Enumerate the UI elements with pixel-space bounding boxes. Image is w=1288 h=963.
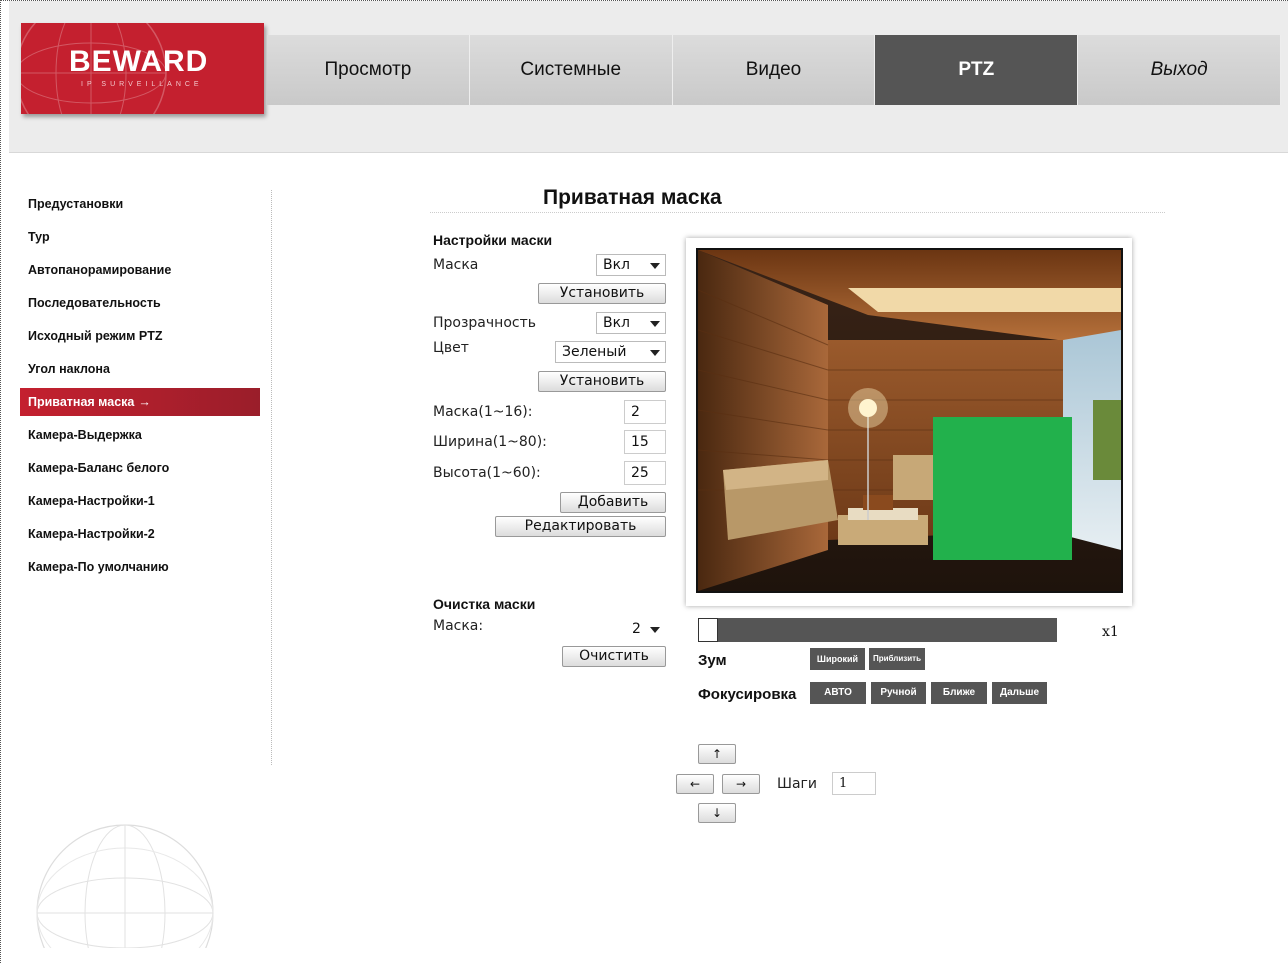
- height-label: Высота(1~60):: [433, 465, 541, 481]
- add-mask-button[interactable]: Добавить: [560, 492, 666, 513]
- ip-camera-globe-icon: [36, 824, 214, 948]
- page-title: Приватная маска: [543, 186, 722, 209]
- nav-ptz[interactable]: PTZ: [875, 35, 1079, 105]
- brand-name: BEWARD: [69, 45, 209, 78]
- clear-mask-select[interactable]: 2: [625, 618, 666, 640]
- zoom-slider[interactable]: [698, 618, 1057, 642]
- pan-down-button[interactable]: ↓: [698, 803, 736, 823]
- nav-system[interactable]: Системные: [469, 35, 673, 105]
- sidebar-item-camera-exposure[interactable]: Камера-Выдержка: [20, 421, 271, 449]
- brand-tagline: IP SURVEILLANCE: [81, 81, 203, 88]
- sidebar-item-camera-wb[interactable]: Камера-Баланс белого: [20, 454, 271, 482]
- zoom-label: Зум: [698, 652, 727, 669]
- height-input[interactable]: 25: [624, 461, 666, 485]
- privacy-mask-region[interactable]: [933, 417, 1072, 560]
- zoom-slider-handle[interactable]: [698, 618, 718, 642]
- focus-near-button[interactable]: Ближе: [931, 682, 987, 704]
- transparency-select-value: Вкл: [603, 315, 631, 331]
- zoom-wide-button[interactable]: Широкий: [810, 648, 865, 670]
- chevron-down-icon: [650, 350, 660, 356]
- pan-right-button[interactable]: →: [722, 774, 760, 794]
- pan-up-button[interactable]: ↑: [698, 744, 736, 764]
- mask-select-value: Вкл: [603, 257, 631, 273]
- nav-video[interactable]: Видео: [672, 35, 876, 105]
- sidebar: Предустановки Тур Автопанорамирование По…: [20, 190, 272, 765]
- set-color-button[interactable]: Установить: [538, 371, 666, 392]
- color-select[interactable]: Зеленый: [555, 341, 666, 363]
- sidebar-item-tour[interactable]: Тур: [20, 223, 271, 251]
- zoom-level: x1: [1102, 624, 1119, 640]
- transparency-select[interactable]: Вкл: [596, 312, 666, 334]
- sidebar-item-camera-settings-1[interactable]: Камера-Настройки-1: [20, 487, 271, 515]
- header: BEWARD IP SURVEILLANCE Просмотр Системны…: [9, 1, 1288, 153]
- nav-exit[interactable]: Выход: [1078, 35, 1281, 105]
- edit-mask-button[interactable]: Редактировать: [495, 516, 666, 537]
- sidebar-item-label: Приватная маска: [28, 395, 135, 409]
- focus-label: Фокусировка: [698, 686, 797, 703]
- sidebar-item-camera-settings-2[interactable]: Камера-Настройки-2: [20, 520, 271, 548]
- mask-label: Маска: [433, 257, 479, 273]
- top-nav: Просмотр Системные Видео PTZ Выход: [267, 35, 1281, 105]
- chevron-down-icon: [650, 627, 660, 633]
- clear-mask-label: Маска:: [433, 618, 484, 634]
- sidebar-item-sequence[interactable]: Последовательность: [20, 289, 271, 317]
- transparency-label: Прозрачность: [433, 315, 536, 331]
- mask-select[interactable]: Вкл: [596, 254, 666, 276]
- mask-clear-title: Очистка маски: [433, 596, 536, 612]
- focus-manual-button[interactable]: Ручной: [871, 682, 926, 704]
- sidebar-item-privacy-mask[interactable]: Приватная маска →: [20, 388, 260, 416]
- clear-mask-select-value: 2: [632, 621, 641, 637]
- steps-input[interactable]: 1: [832, 772, 876, 795]
- width-label: Ширина(1~80):: [433, 434, 547, 450]
- sidebar-item-camera-default[interactable]: Камера-По умолчанию: [20, 553, 271, 581]
- mask-settings-title: Настройки маски: [433, 232, 553, 248]
- steps-label: Шаги: [777, 776, 818, 792]
- width-input[interactable]: 15: [624, 430, 666, 454]
- sidebar-item-home-ptz[interactable]: Исходный режим PTZ: [20, 322, 271, 350]
- zoom-tele-button[interactable]: Приблизить: [869, 648, 925, 670]
- title-divider: [430, 212, 1165, 213]
- pan-left-button[interactable]: ←: [676, 774, 714, 794]
- chevron-down-icon: [650, 321, 660, 327]
- camera-preview[interactable]: [696, 248, 1123, 593]
- color-label: Цвет: [433, 340, 469, 356]
- set-mask-button[interactable]: Установить: [538, 283, 666, 304]
- focus-far-button[interactable]: Дальше: [992, 682, 1047, 704]
- sidebar-item-presets[interactable]: Предустановки: [20, 190, 271, 218]
- ip-camera-watermark: [30, 818, 220, 948]
- sidebar-item-tilt-angle[interactable]: Угол наклона: [20, 355, 271, 383]
- focus-auto-button[interactable]: АВТО: [810, 682, 866, 704]
- clear-mask-button[interactable]: Очистить: [562, 646, 666, 667]
- brand-logo: BEWARD IP SURVEILLANCE: [21, 23, 264, 114]
- mask-number-input[interactable]: 2: [624, 400, 666, 424]
- chevron-down-icon: [650, 263, 660, 269]
- sidebar-item-autopan[interactable]: Автопанорамирование: [20, 256, 271, 284]
- color-select-value: Зеленый: [562, 344, 627, 360]
- nav-view[interactable]: Просмотр: [267, 35, 470, 105]
- arrow-right-icon: →: [138, 395, 151, 409]
- mask-number-label: Маска(1~16):: [433, 404, 533, 420]
